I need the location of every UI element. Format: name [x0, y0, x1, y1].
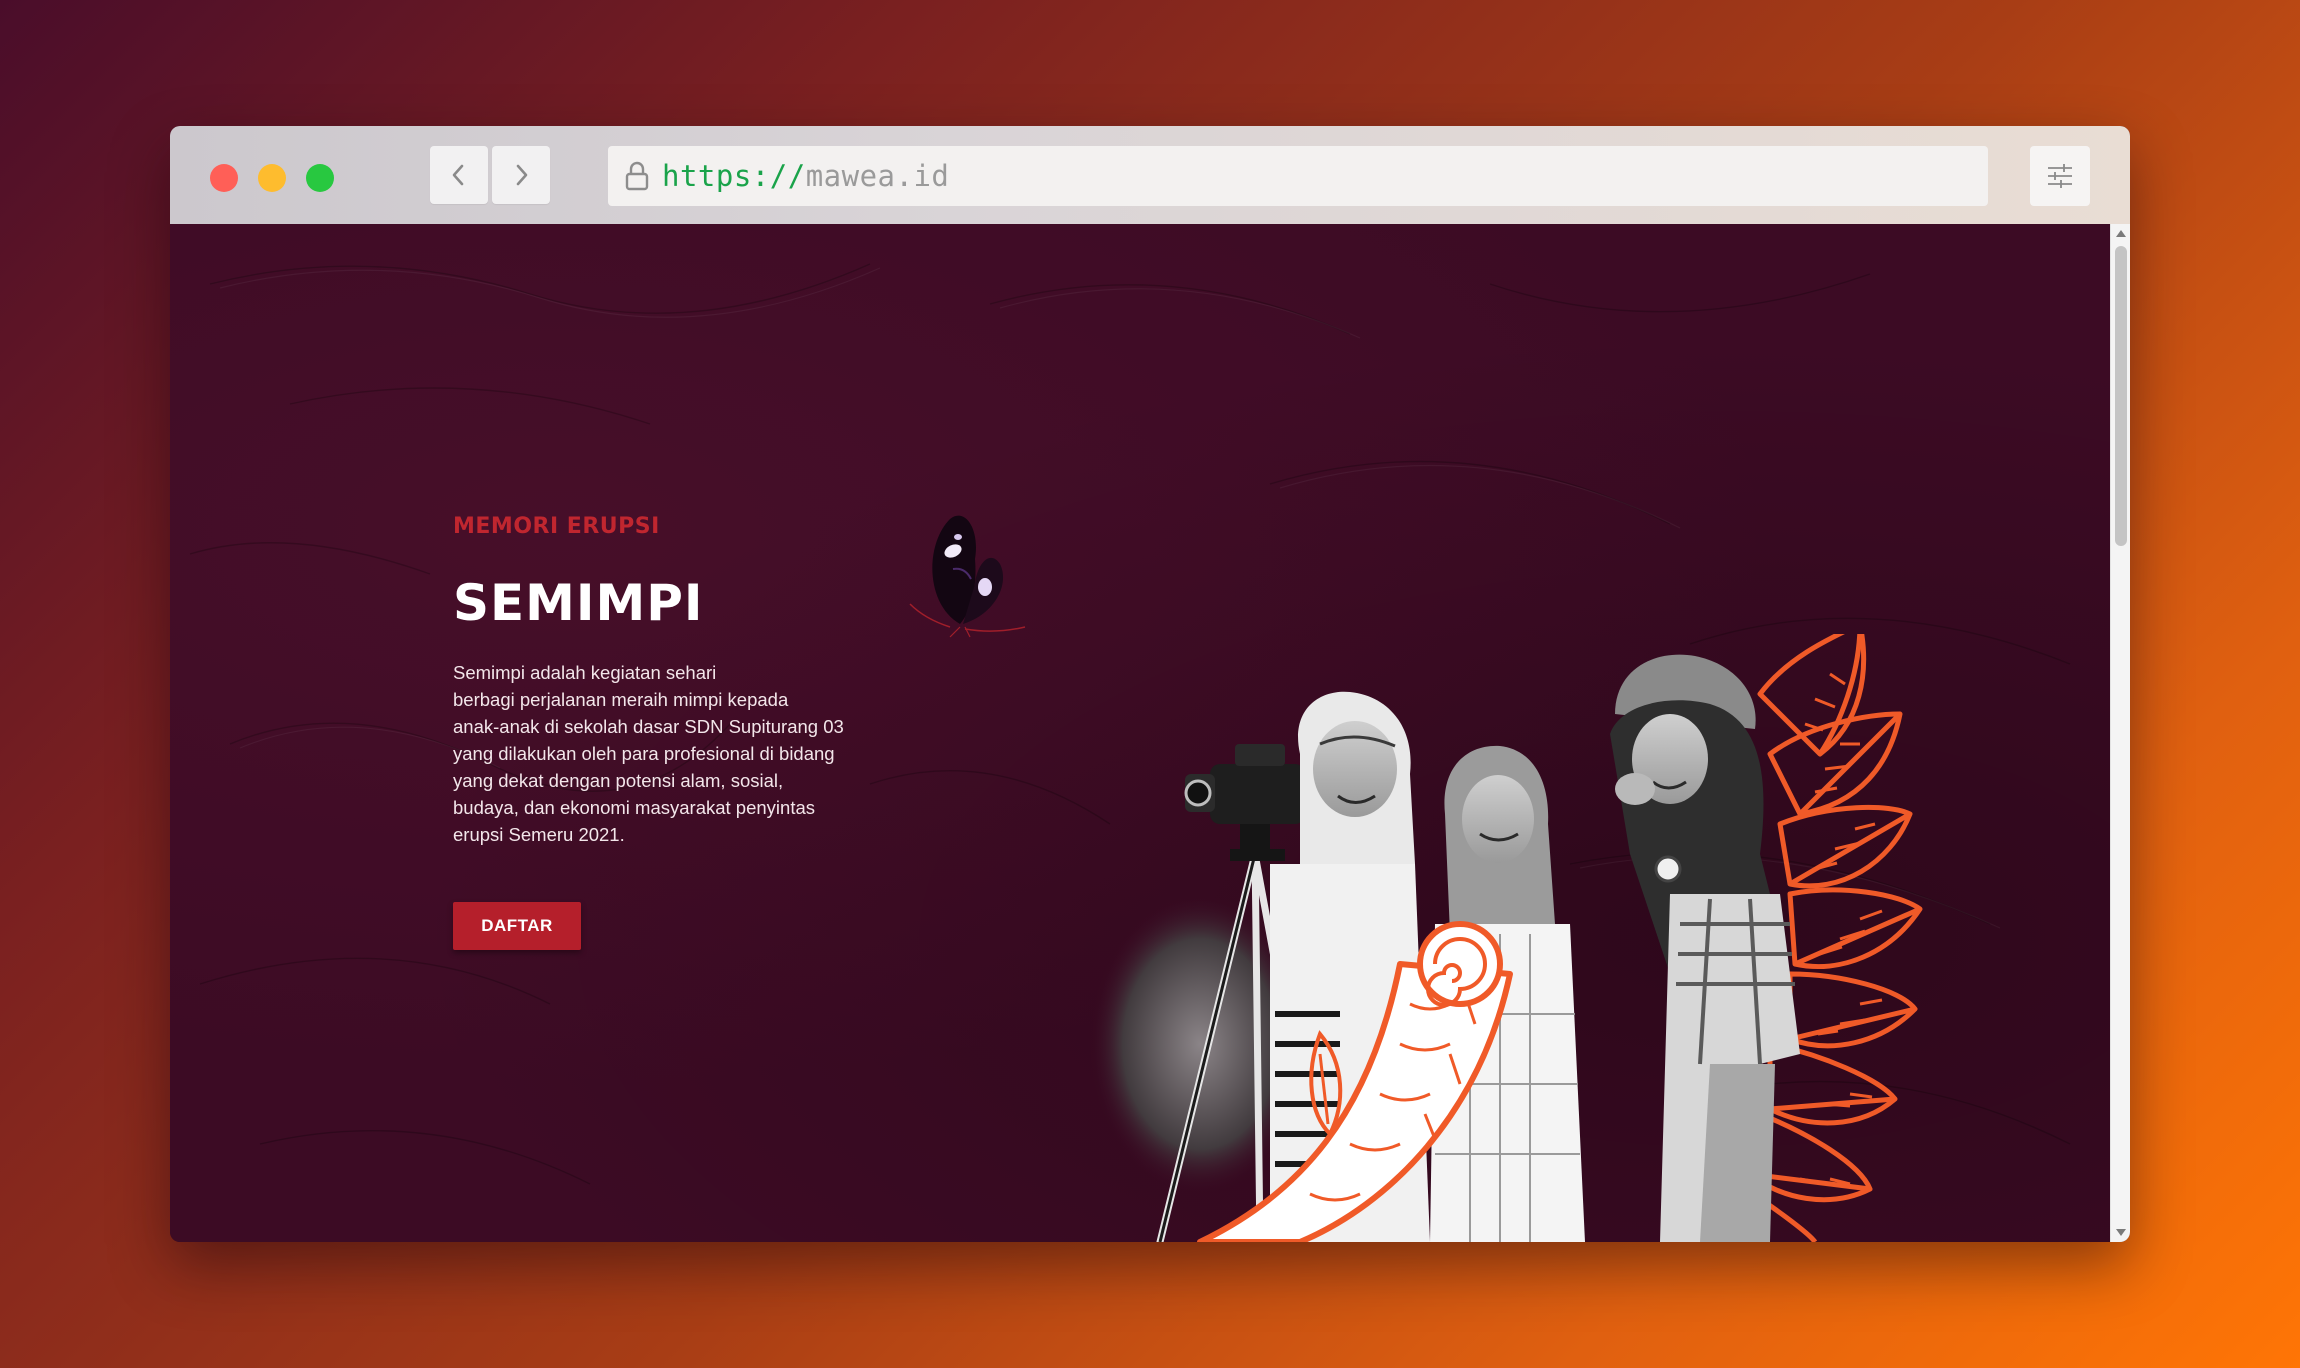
- hero-illustration: [1090, 634, 1923, 1242]
- chevron-right-icon: [516, 164, 528, 186]
- chevron-left-icon: [452, 164, 464, 186]
- maximize-window-button[interactable]: [306, 164, 334, 192]
- hero-description-line: yang dekat dengan potensi alam, sosial,: [453, 770, 784, 791]
- hero-title: SEMIMPI: [453, 574, 704, 632]
- close-window-button[interactable]: [210, 164, 238, 192]
- daftar-button[interactable]: DAFTAR: [453, 902, 581, 950]
- hero-description-line: berbagi perjalanan meraih mimpi kepada: [453, 689, 789, 710]
- back-button[interactable]: [430, 146, 488, 204]
- hero-eyebrow: MEMORI ERUPSI: [453, 514, 660, 539]
- minimize-window-button[interactable]: [258, 164, 286, 192]
- forward-button[interactable]: [492, 146, 550, 204]
- address-bar[interactable]: https://mawea.id: [608, 146, 1988, 206]
- sliders-icon: [2048, 164, 2072, 188]
- scroll-down-arrow-icon[interactable]: [2116, 1229, 2126, 1236]
- video-camera: [1184, 744, 1305, 861]
- page-viewport: MEMORI ERUPSI SEMIMPI Semimpi adalah keg…: [170, 224, 2110, 1242]
- hero-description-line: Semimpi adalah kegiatan sehari: [453, 662, 717, 683]
- browser-window: https://mawea.id MEMORI ERUPSI SEMIMPI S…: [170, 126, 2130, 1242]
- hero-description-line: anak-anak di sekolah dasar SDN Supituran…: [453, 716, 844, 737]
- hero-description: Semimpi adalah kegiatan sehari berbagi p…: [453, 659, 873, 848]
- url-scheme: https://: [662, 159, 806, 193]
- browser-toolbar: https://mawea.id: [170, 126, 2130, 225]
- hero-description-line: budaya, dan ekonomi masyarakat penyintas: [453, 797, 815, 818]
- butterfly-image: [909, 515, 1026, 638]
- menu-button[interactable]: [2030, 146, 2090, 206]
- scrollbar-thumb[interactable]: [2115, 246, 2127, 546]
- hero-description-line: yang dilakukan oleh para profesional di …: [453, 743, 835, 764]
- url-text: https://mawea.id: [662, 159, 949, 193]
- scroll-up-arrow-icon[interactable]: [2116, 230, 2126, 237]
- url-host: mawea.id: [805, 159, 950, 193]
- child-figure-right: [1610, 654, 1800, 1242]
- vertical-scrollbar[interactable]: [2110, 224, 2130, 1242]
- hero-description-line: erupsi Semeru 2021.: [453, 824, 625, 845]
- lock-icon: [622, 158, 652, 194]
